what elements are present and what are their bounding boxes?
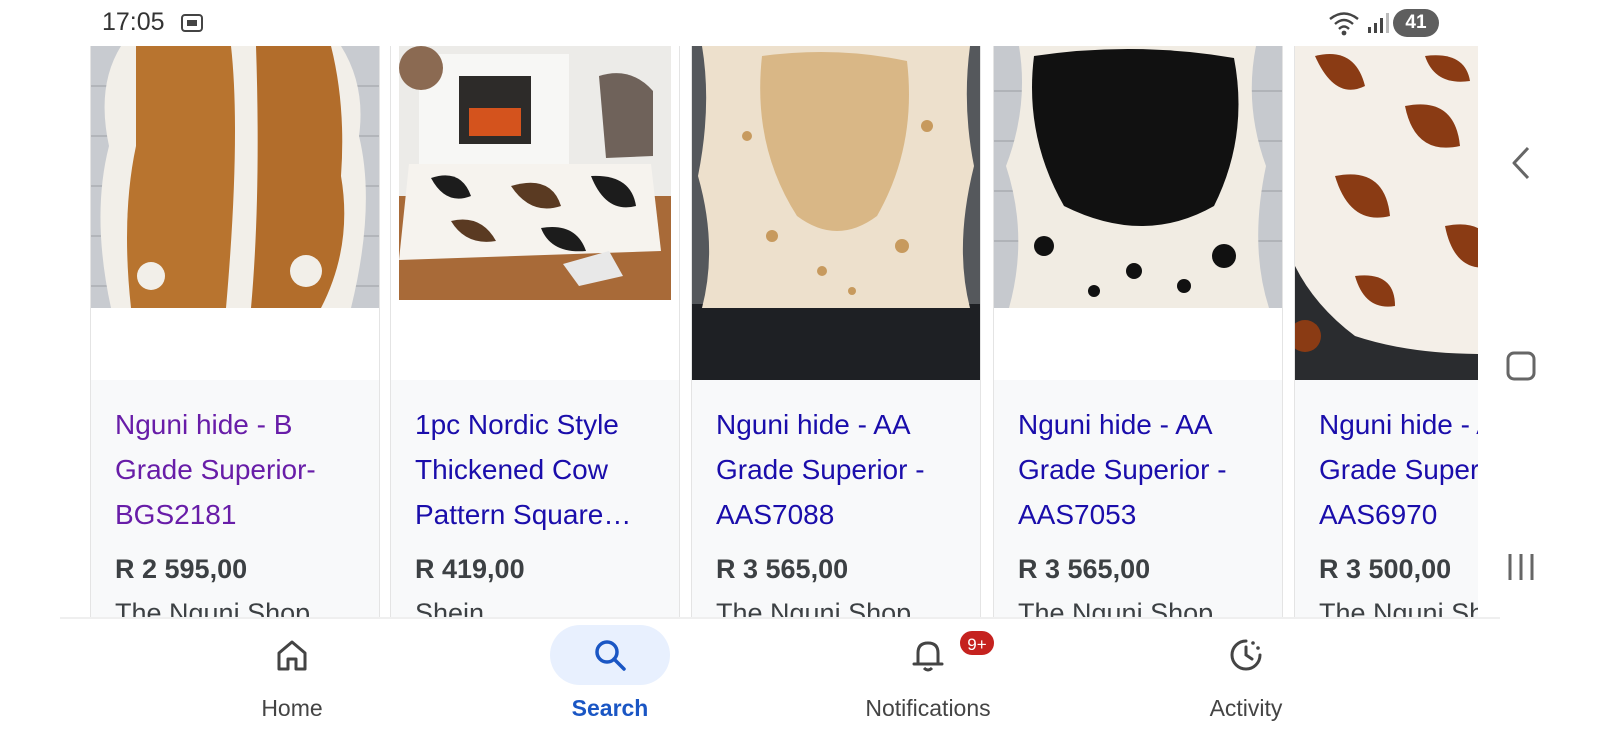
product-seller: Shein xyxy=(415,598,485,618)
nav-activity-icon-wrap xyxy=(1186,625,1306,685)
activity-icon xyxy=(1230,639,1262,671)
search-icon xyxy=(595,640,626,671)
product-image[interactable] xyxy=(91,46,379,380)
home-icon xyxy=(277,640,307,671)
bell-icon xyxy=(912,641,944,672)
product-card[interactable]: Nguni hide - AA Grade Superior - AAS6970… xyxy=(1294,46,1478,618)
product-card[interactable]: Nguni hide - AA Grade Superior - AAS7088… xyxy=(691,46,981,618)
product-image[interactable] xyxy=(1295,46,1478,380)
screen-record-icon xyxy=(181,14,203,32)
nav-home-label: Home xyxy=(261,695,323,721)
nav-activity[interactable]: Activity xyxy=(1146,619,1346,738)
notification-count-badge: 9+ xyxy=(958,629,996,657)
bottom-navigation: Home Search 9+ Notifications Activity xyxy=(0,619,1500,738)
product-title[interactable]: Nguni hide - AA Grade Superior - AAS6970 xyxy=(1319,402,1478,538)
nav-notifications[interactable]: 9+ Notifications xyxy=(828,619,1028,738)
nav-search[interactable]: Search xyxy=(510,619,710,738)
product-image[interactable] xyxy=(391,46,679,380)
product-price: R 3 565,00 xyxy=(1018,554,1151,584)
product-seller: The Nguni Shop xyxy=(115,598,311,618)
product-price: R 3 500,00 xyxy=(1319,554,1452,584)
product-card[interactable]: Nguni hide - AA Grade Superior - AAS7053… xyxy=(993,46,1283,618)
recents-icon[interactable] xyxy=(1505,551,1537,583)
product-title[interactable]: Nguni hide - B Grade Superior-BGS2181 xyxy=(115,402,373,538)
product-title[interactable]: Nguni hide - AA Grade Superior - AAS7088 xyxy=(716,402,974,538)
nav-notifications-label: Notifications xyxy=(865,695,991,721)
nav-search-label: Search xyxy=(571,695,649,721)
back-icon[interactable] xyxy=(1508,144,1534,182)
signal-icon xyxy=(1368,13,1389,33)
wifi-icon xyxy=(1329,12,1359,36)
product-seller: The Nguni Shop xyxy=(1018,598,1214,618)
product-card[interactable]: Nguni hide - B Grade Superior-BGS2181 R … xyxy=(90,46,380,618)
product-carousel[interactable]: Nguni hide - B Grade Superior-BGS2181 R … xyxy=(88,46,1478,618)
product-price: R 2 595,00 xyxy=(115,554,248,584)
product-price: R 3 565,00 xyxy=(716,554,849,584)
nav-home-icon-wrap xyxy=(232,625,352,685)
nav-home[interactable]: Home xyxy=(192,619,392,738)
product-card[interactable]: 1pc Nordic Style Thickened Cow Pattern S… xyxy=(390,46,680,618)
product-seller: The Nguni Shop xyxy=(1319,598,1478,618)
nav-search-icon-wrap xyxy=(550,625,670,685)
home-square-icon[interactable] xyxy=(1505,350,1537,382)
product-seller: The Nguni Shop xyxy=(716,598,912,618)
product-title[interactable]: 1pc Nordic Style Thickened Cow Pattern S… xyxy=(415,402,673,538)
product-title[interactable]: Nguni hide - AA Grade Superior - AAS7053 xyxy=(1018,402,1276,538)
product-image[interactable] xyxy=(692,46,980,380)
product-price: R 419,00 xyxy=(415,554,525,584)
nav-activity-label: Activity xyxy=(1209,695,1283,721)
status-time: 17:05 xyxy=(102,8,165,36)
product-image[interactable] xyxy=(994,46,1282,380)
battery-indicator: 41 xyxy=(1393,9,1439,37)
status-bar: 17:05 41 xyxy=(0,0,1600,46)
